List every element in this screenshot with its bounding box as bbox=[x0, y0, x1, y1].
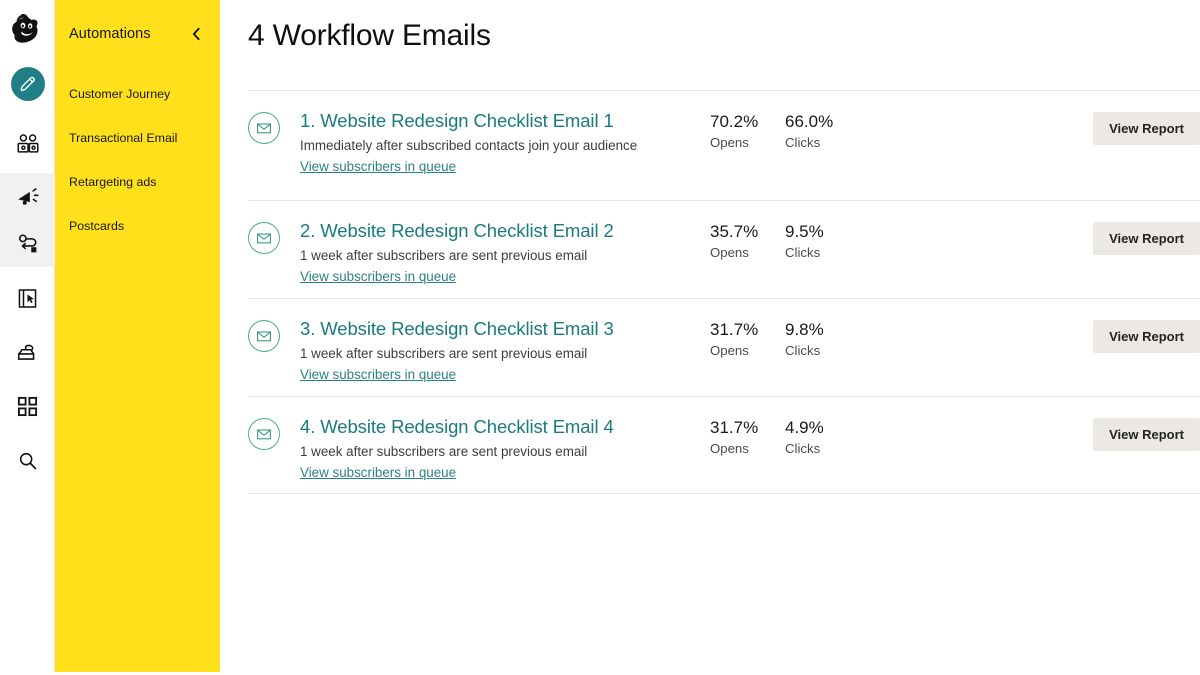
clicks-stat: 9.8% Clicks bbox=[785, 317, 860, 358]
mailchimp-logo[interactable] bbox=[0, 0, 55, 52]
email-icon-wrap bbox=[248, 415, 300, 450]
rail-item-search[interactable] bbox=[0, 437, 55, 484]
opens-label: Opens bbox=[710, 441, 749, 457]
view-subscribers-link[interactable]: View subscribers in queue bbox=[300, 367, 456, 382]
email-description: 1 week after subscribers are sent previo… bbox=[300, 444, 588, 460]
view-report-button[interactable]: View Report bbox=[1093, 112, 1200, 145]
envelope-glyph-icon bbox=[257, 123, 271, 134]
view-report-button[interactable]: View Report bbox=[1093, 418, 1200, 451]
email-details: 4. Website Redesign Checklist Email 4 1 … bbox=[300, 415, 710, 482]
opens-value: 35.7% bbox=[710, 222, 759, 241]
row-action: View Report bbox=[860, 415, 1200, 451]
app-window: Automations Customer Journey Transaction… bbox=[0, 0, 1200, 675]
grid-apps-icon bbox=[17, 396, 38, 417]
audience-people-icon bbox=[17, 133, 38, 153]
opens-value: 31.7% bbox=[710, 418, 759, 437]
opens-label: Opens bbox=[710, 343, 749, 359]
clicks-value: 66.0% bbox=[785, 112, 834, 131]
opens-stat: 70.2% Opens bbox=[710, 109, 785, 150]
compose-button[interactable] bbox=[10, 67, 45, 101]
opens-value: 31.7% bbox=[710, 320, 759, 339]
email-description: 1 week after subscribers are sent previo… bbox=[300, 248, 588, 264]
email-description: 1 week after subscribers are sent previo… bbox=[300, 346, 588, 362]
sidebar-item-transactional-email[interactable]: Transactional Email bbox=[55, 116, 220, 160]
sidebar-collapse-button[interactable] bbox=[188, 26, 204, 42]
email-icon-wrap bbox=[248, 219, 300, 254]
rail-item-landing-pages[interactable] bbox=[0, 275, 55, 322]
view-report-button[interactable]: View Report bbox=[1093, 222, 1200, 255]
rail-item-compose[interactable] bbox=[0, 60, 55, 108]
row-action: View Report bbox=[860, 317, 1200, 353]
email-icon-wrap bbox=[248, 109, 300, 144]
envelope-glyph-icon bbox=[257, 331, 271, 342]
clicks-stat: 9.5% Clicks bbox=[785, 219, 860, 260]
clicks-value: 4.9% bbox=[785, 418, 824, 437]
envelope-glyph-icon bbox=[257, 233, 271, 244]
view-report-button[interactable]: View Report bbox=[1093, 320, 1200, 353]
row-action: View Report bbox=[860, 219, 1200, 255]
sidebar-header: Automations bbox=[55, 0, 220, 42]
clicks-stat: 4.9% Clicks bbox=[785, 415, 860, 456]
opens-stat: 35.7% Opens bbox=[710, 219, 785, 260]
workflow-email-list: 1. Website Redesign Checklist Email 1 Im… bbox=[220, 90, 1200, 494]
clicks-label: Clicks bbox=[785, 343, 821, 359]
table-row: 4. Website Redesign Checklist Email 4 1 … bbox=[248, 396, 1200, 494]
page-title: 4 Workflow Emails bbox=[248, 19, 491, 52]
clicks-value: 9.5% bbox=[785, 222, 824, 241]
envelope-icon bbox=[248, 112, 280, 144]
table-row: 2. Website Redesign Checklist Email 2 1 … bbox=[248, 200, 1200, 298]
rail-item-automations[interactable] bbox=[0, 220, 55, 267]
email-description: Immediately after subscribed contacts jo… bbox=[300, 138, 638, 154]
rail-item-audience[interactable] bbox=[0, 120, 55, 167]
clicks-stat: 66.0% Clicks bbox=[785, 109, 860, 150]
envelope-icon bbox=[248, 418, 280, 450]
website-store-icon bbox=[17, 344, 34, 360]
chevron-left-icon bbox=[192, 27, 200, 41]
email-title[interactable]: 4. Website Redesign Checklist Email 4 bbox=[300, 415, 700, 438]
email-details: 2. Website Redesign Checklist Email 2 1 … bbox=[300, 219, 710, 286]
sidebar-item-customer-journey[interactable]: Customer Journey bbox=[55, 72, 220, 116]
view-subscribers-link[interactable]: View subscribers in queue bbox=[300, 159, 456, 174]
envelope-icon bbox=[248, 222, 280, 254]
email-details: 3. Website Redesign Checklist Email 3 1 … bbox=[300, 317, 710, 384]
opens-stat: 31.7% Opens bbox=[710, 317, 785, 358]
clicks-label: Clicks bbox=[785, 245, 821, 261]
main-content: 4 Workflow Emails 1. Website Redesign Ch… bbox=[220, 0, 1200, 675]
clicks-label: Clicks bbox=[785, 441, 821, 457]
automations-sidebar: Automations Customer Journey Transaction… bbox=[55, 0, 220, 672]
sidebar-item-postcards[interactable]: Postcards bbox=[55, 204, 220, 248]
sidebar-item-retargeting-ads[interactable]: Retargeting ads bbox=[55, 160, 220, 204]
envelope-glyph-icon bbox=[257, 429, 271, 440]
clicks-value: 9.8% bbox=[785, 320, 824, 339]
table-row: 3. Website Redesign Checklist Email 3 1 … bbox=[248, 298, 1200, 396]
opens-value: 70.2% bbox=[710, 112, 759, 131]
envelope-icon bbox=[248, 320, 280, 352]
view-subscribers-link[interactable]: View subscribers in queue bbox=[300, 269, 456, 284]
rail-item-content-studio[interactable] bbox=[0, 383, 55, 430]
opens-label: Opens bbox=[710, 135, 749, 151]
table-row: 1. Website Redesign Checklist Email 1 Im… bbox=[248, 90, 1200, 200]
icon-rail bbox=[0, 0, 55, 672]
email-title[interactable]: 2. Website Redesign Checklist Email 2 bbox=[300, 219, 700, 242]
email-title[interactable]: 1. Website Redesign Checklist Email 1 bbox=[300, 109, 700, 132]
row-action: View Report bbox=[860, 109, 1200, 145]
landing-page-icon bbox=[18, 289, 37, 308]
pencil-compose-icon bbox=[20, 76, 35, 91]
email-details: 1. Website Redesign Checklist Email 1 Im… bbox=[300, 109, 710, 176]
automations-journey-icon bbox=[18, 233, 36, 252]
email-icon-wrap bbox=[248, 317, 300, 352]
megaphone-campaigns-icon bbox=[17, 187, 39, 205]
view-subscribers-link[interactable]: View subscribers in queue bbox=[300, 465, 456, 480]
email-title[interactable]: 3. Website Redesign Checklist Email 3 bbox=[300, 317, 700, 340]
opens-stat: 31.7% Opens bbox=[710, 415, 785, 456]
search-icon bbox=[19, 452, 36, 469]
mailchimp-freddie-logo-icon bbox=[11, 13, 37, 43]
clicks-label: Clicks bbox=[785, 135, 821, 151]
sidebar-title: Automations bbox=[69, 26, 151, 42]
opens-label: Opens bbox=[710, 245, 749, 261]
rail-item-website[interactable] bbox=[0, 329, 55, 376]
sidebar-nav: Customer Journey Transactional Email Ret… bbox=[55, 72, 220, 248]
rail-item-campaigns[interactable] bbox=[0, 173, 55, 220]
